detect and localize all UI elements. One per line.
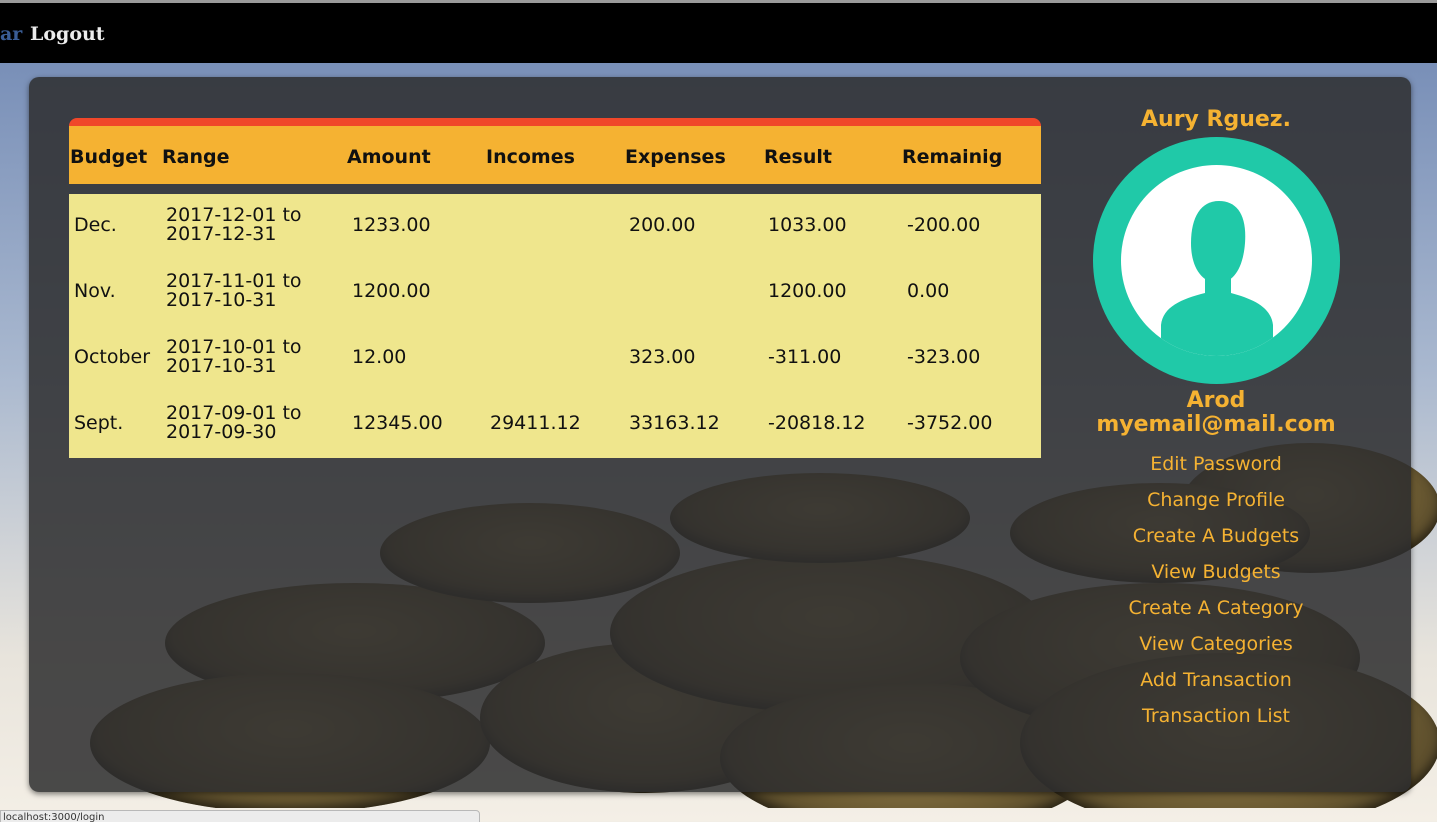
profile-email: myemail@mail.com	[1096, 412, 1336, 437]
create-budget-link[interactable]: Create A Budgets	[1080, 523, 1352, 559]
cell-amount: 12345.00	[352, 412, 443, 434]
top-nav-bar: ar Logout	[0, 0, 1437, 63]
table-row[interactable]: Sept. 2017-09-01 to 2017-09-30 12345.00 …	[69, 392, 1041, 458]
cell-expenses: 323.00	[629, 346, 696, 368]
cell-amount: 1233.00	[352, 214, 431, 236]
cell-remaining: -3752.00	[907, 412, 993, 434]
cell-result: 1200.00	[768, 280, 847, 302]
cell-result: -20818.12	[768, 412, 866, 434]
table-body: Dec. 2017-12-01 to 2017-12-31 1233.00 20…	[69, 194, 1041, 458]
cell-range-end: 2017-10-31	[166, 355, 277, 377]
user-silhouette-icon	[1121, 165, 1312, 356]
avatar	[1093, 137, 1340, 384]
header-range: Range	[162, 146, 230, 168]
cell-remaining: -323.00	[907, 346, 981, 368]
header-amount: Amount	[347, 146, 431, 168]
header-remaining: Remainig	[902, 146, 1003, 168]
cell-budget: Sept.	[74, 412, 124, 434]
cell-budget: Nov.	[74, 280, 116, 302]
create-category-link[interactable]: Create A Category	[1080, 595, 1352, 631]
table-row[interactable]: Dec. 2017-12-01 to 2017-12-31 1233.00 20…	[69, 194, 1041, 260]
table-header: Budget Range Amount Incomes Expenses Res…	[69, 118, 1041, 184]
nav-brand-fragment[interactable]: ar	[0, 23, 22, 45]
header-budget: Budget	[70, 146, 148, 168]
profile-menu: Edit Password Change Profile Create A Bu…	[1080, 451, 1352, 739]
cell-incomes: 29411.12	[490, 412, 581, 434]
profile-username: Arod	[1186, 388, 1246, 413]
cell-range-end: 2017-12-31	[166, 223, 277, 245]
table-row[interactable]: October 2017-10-01 to 2017-10-31 12.00 3…	[69, 326, 1041, 392]
logout-link[interactable]: Logout	[30, 23, 105, 45]
table-row[interactable]: Nov. 2017-11-01 to 2017-10-31 1200.00 12…	[69, 260, 1041, 326]
view-budgets-link[interactable]: View Budgets	[1080, 559, 1352, 595]
cell-expenses: 200.00	[629, 214, 696, 236]
cell-result: -311.00	[768, 346, 842, 368]
budgets-table: Budget Range Amount Incomes Expenses Res…	[69, 118, 1041, 458]
cell-budget: October	[74, 346, 151, 368]
browser-status-url: localhost:3000/login	[0, 810, 480, 822]
change-profile-link[interactable]: Change Profile	[1080, 487, 1352, 523]
edit-password-link[interactable]: Edit Password	[1080, 451, 1352, 487]
cell-range-end: 2017-09-30	[166, 421, 277, 443]
cell-remaining: 0.00	[907, 280, 950, 302]
cell-amount: 1200.00	[352, 280, 431, 302]
cell-expenses: 33163.12	[629, 412, 720, 434]
profile-name: Aury Rguez.	[1141, 107, 1291, 132]
view-categories-link[interactable]: View Categories	[1080, 631, 1352, 667]
header-result: Result	[764, 146, 832, 168]
header-incomes: Incomes	[486, 146, 575, 168]
add-transaction-link[interactable]: Add Transaction	[1080, 667, 1352, 703]
cell-budget: Dec.	[74, 214, 117, 236]
transaction-list-link[interactable]: Transaction List	[1080, 703, 1352, 739]
cell-result: 1033.00	[768, 214, 847, 236]
cell-amount: 12.00	[352, 346, 407, 368]
cell-range-end: 2017-10-31	[166, 289, 277, 311]
header-expenses: Expenses	[625, 146, 726, 168]
cell-remaining: -200.00	[907, 214, 981, 236]
